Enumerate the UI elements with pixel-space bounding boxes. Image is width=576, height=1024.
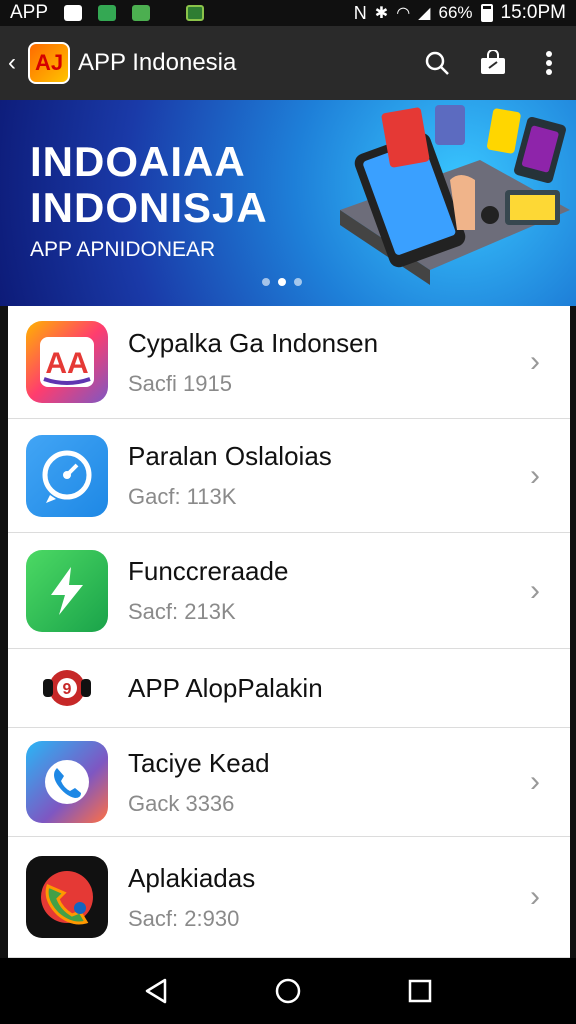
app-size: Gack 3336 <box>128 790 235 816</box>
app-name: Funccreraade <box>128 556 289 586</box>
chevron-right-icon: › <box>530 458 540 492</box>
app-size: Sacf: 213K <box>128 599 236 624</box>
search-icon <box>425 51 449 75</box>
chevron-right-icon: › <box>530 573 540 607</box>
recents-square-icon <box>408 979 432 1003</box>
list-item[interactable]: 9 APP AlopPalakin <box>8 649 570 728</box>
nav-back-button[interactable] <box>136 971 176 1011</box>
nav-home-button[interactable] <box>268 971 308 1011</box>
more-vert-icon <box>546 51 552 75</box>
lightning-icon <box>26 549 108 632</box>
phone-handset-icon <box>26 856 108 938</box>
store-notification-icon <box>132 5 151 21</box>
list-item[interactable]: Aplakiadas Sacf: 2:930 › <box>8 837 570 958</box>
app-name: Paralan Oslaloias <box>128 441 332 471</box>
svg-text:9: 9 <box>63 681 72 698</box>
clock: 15:0PM <box>500 2 566 23</box>
app-size: Gacf: 113K <box>128 484 237 509</box>
list-item[interactable]: Funccreraade Sacf: 213K › <box>8 533 570 649</box>
svg-text:AA: AA <box>45 347 88 380</box>
app-logo: AJ <box>28 42 70 84</box>
home-circle-icon <box>275 978 301 1004</box>
app-size: Sacfi 1915 <box>128 370 232 396</box>
nfc-icon: N <box>353 2 367 23</box>
chevron-right-icon: › <box>530 880 540 913</box>
battery-percent: 66% <box>438 3 473 22</box>
mail-notification-icon <box>64 5 83 21</box>
banner-pager <box>262 278 302 286</box>
signal-icon: ◢ <box>418 5 431 22</box>
banner-title-line2: INDONISJA <box>30 184 268 231</box>
shopping-bag-icon <box>481 50 505 74</box>
pager-dot-active[interactable] <box>278 278 286 286</box>
wifi-icon: ◠ <box>396 5 411 22</box>
app-name: APP AlopPalakin <box>128 672 323 703</box>
list-item[interactable]: Paralan Oslaloias Gacf: 113K › <box>8 419 570 533</box>
store-button[interactable] <box>478 48 508 78</box>
carrier-label: APP <box>10 2 49 23</box>
aa-logo-icon: AA <box>26 321 108 403</box>
banner-subtitle: APP APNIDONEAR <box>30 238 216 261</box>
app-size: Sacf: 2:930 <box>128 905 240 931</box>
list-item[interactable]: AA Cypalka Ga Indonsen Sacfi 1915 › <box>8 306 570 419</box>
app-notification-icon <box>98 5 117 21</box>
back-triangle-icon <box>145 978 167 1004</box>
list-item[interactable]: Taciye Kead Gack 3336 › <box>8 728 570 837</box>
phone-call-icon <box>26 741 108 823</box>
battery-icon <box>480 4 493 22</box>
system-nav-bar <box>0 958 576 1024</box>
app-title: APP Indonesia <box>78 49 237 76</box>
devices-illustration <box>340 105 570 285</box>
overflow-menu-button[interactable] <box>534 48 564 78</box>
banner-title-line1: INDOAIAA <box>30 138 246 185</box>
chevron-right-icon: › <box>530 345 540 378</box>
bluetooth-icon: ✱ <box>374 5 389 22</box>
status-bar: APP N ✱ ◠ ◢ 66% 15:0PM <box>0 0 576 26</box>
app-name: Aplakiadas <box>128 862 256 893</box>
nav-recents-button[interactable] <box>400 971 440 1011</box>
android-notification-icon <box>186 5 205 21</box>
chevron-right-icon: › <box>530 765 540 798</box>
app-name: Taciye Kead <box>128 747 270 778</box>
compass-chat-icon <box>26 434 108 517</box>
app-list: AA Cypalka Ga Indonsen Sacfi 1915 › Para… <box>8 306 570 958</box>
back-arrow-icon[interactable]: ‹ <box>8 49 28 77</box>
search-button[interactable] <box>422 48 452 78</box>
pager-dot[interactable] <box>294 278 302 286</box>
headset-icon: 9 <box>26 647 108 729</box>
app-bar: ‹ AJ APP Indonesia <box>0 26 576 100</box>
pager-dot[interactable] <box>262 278 270 286</box>
app-name: Cypalka Ga Indonsen <box>128 327 379 358</box>
promo-banner[interactable]: INDOAIAA INDONISJA APP APNIDONEAR <box>0 100 576 306</box>
